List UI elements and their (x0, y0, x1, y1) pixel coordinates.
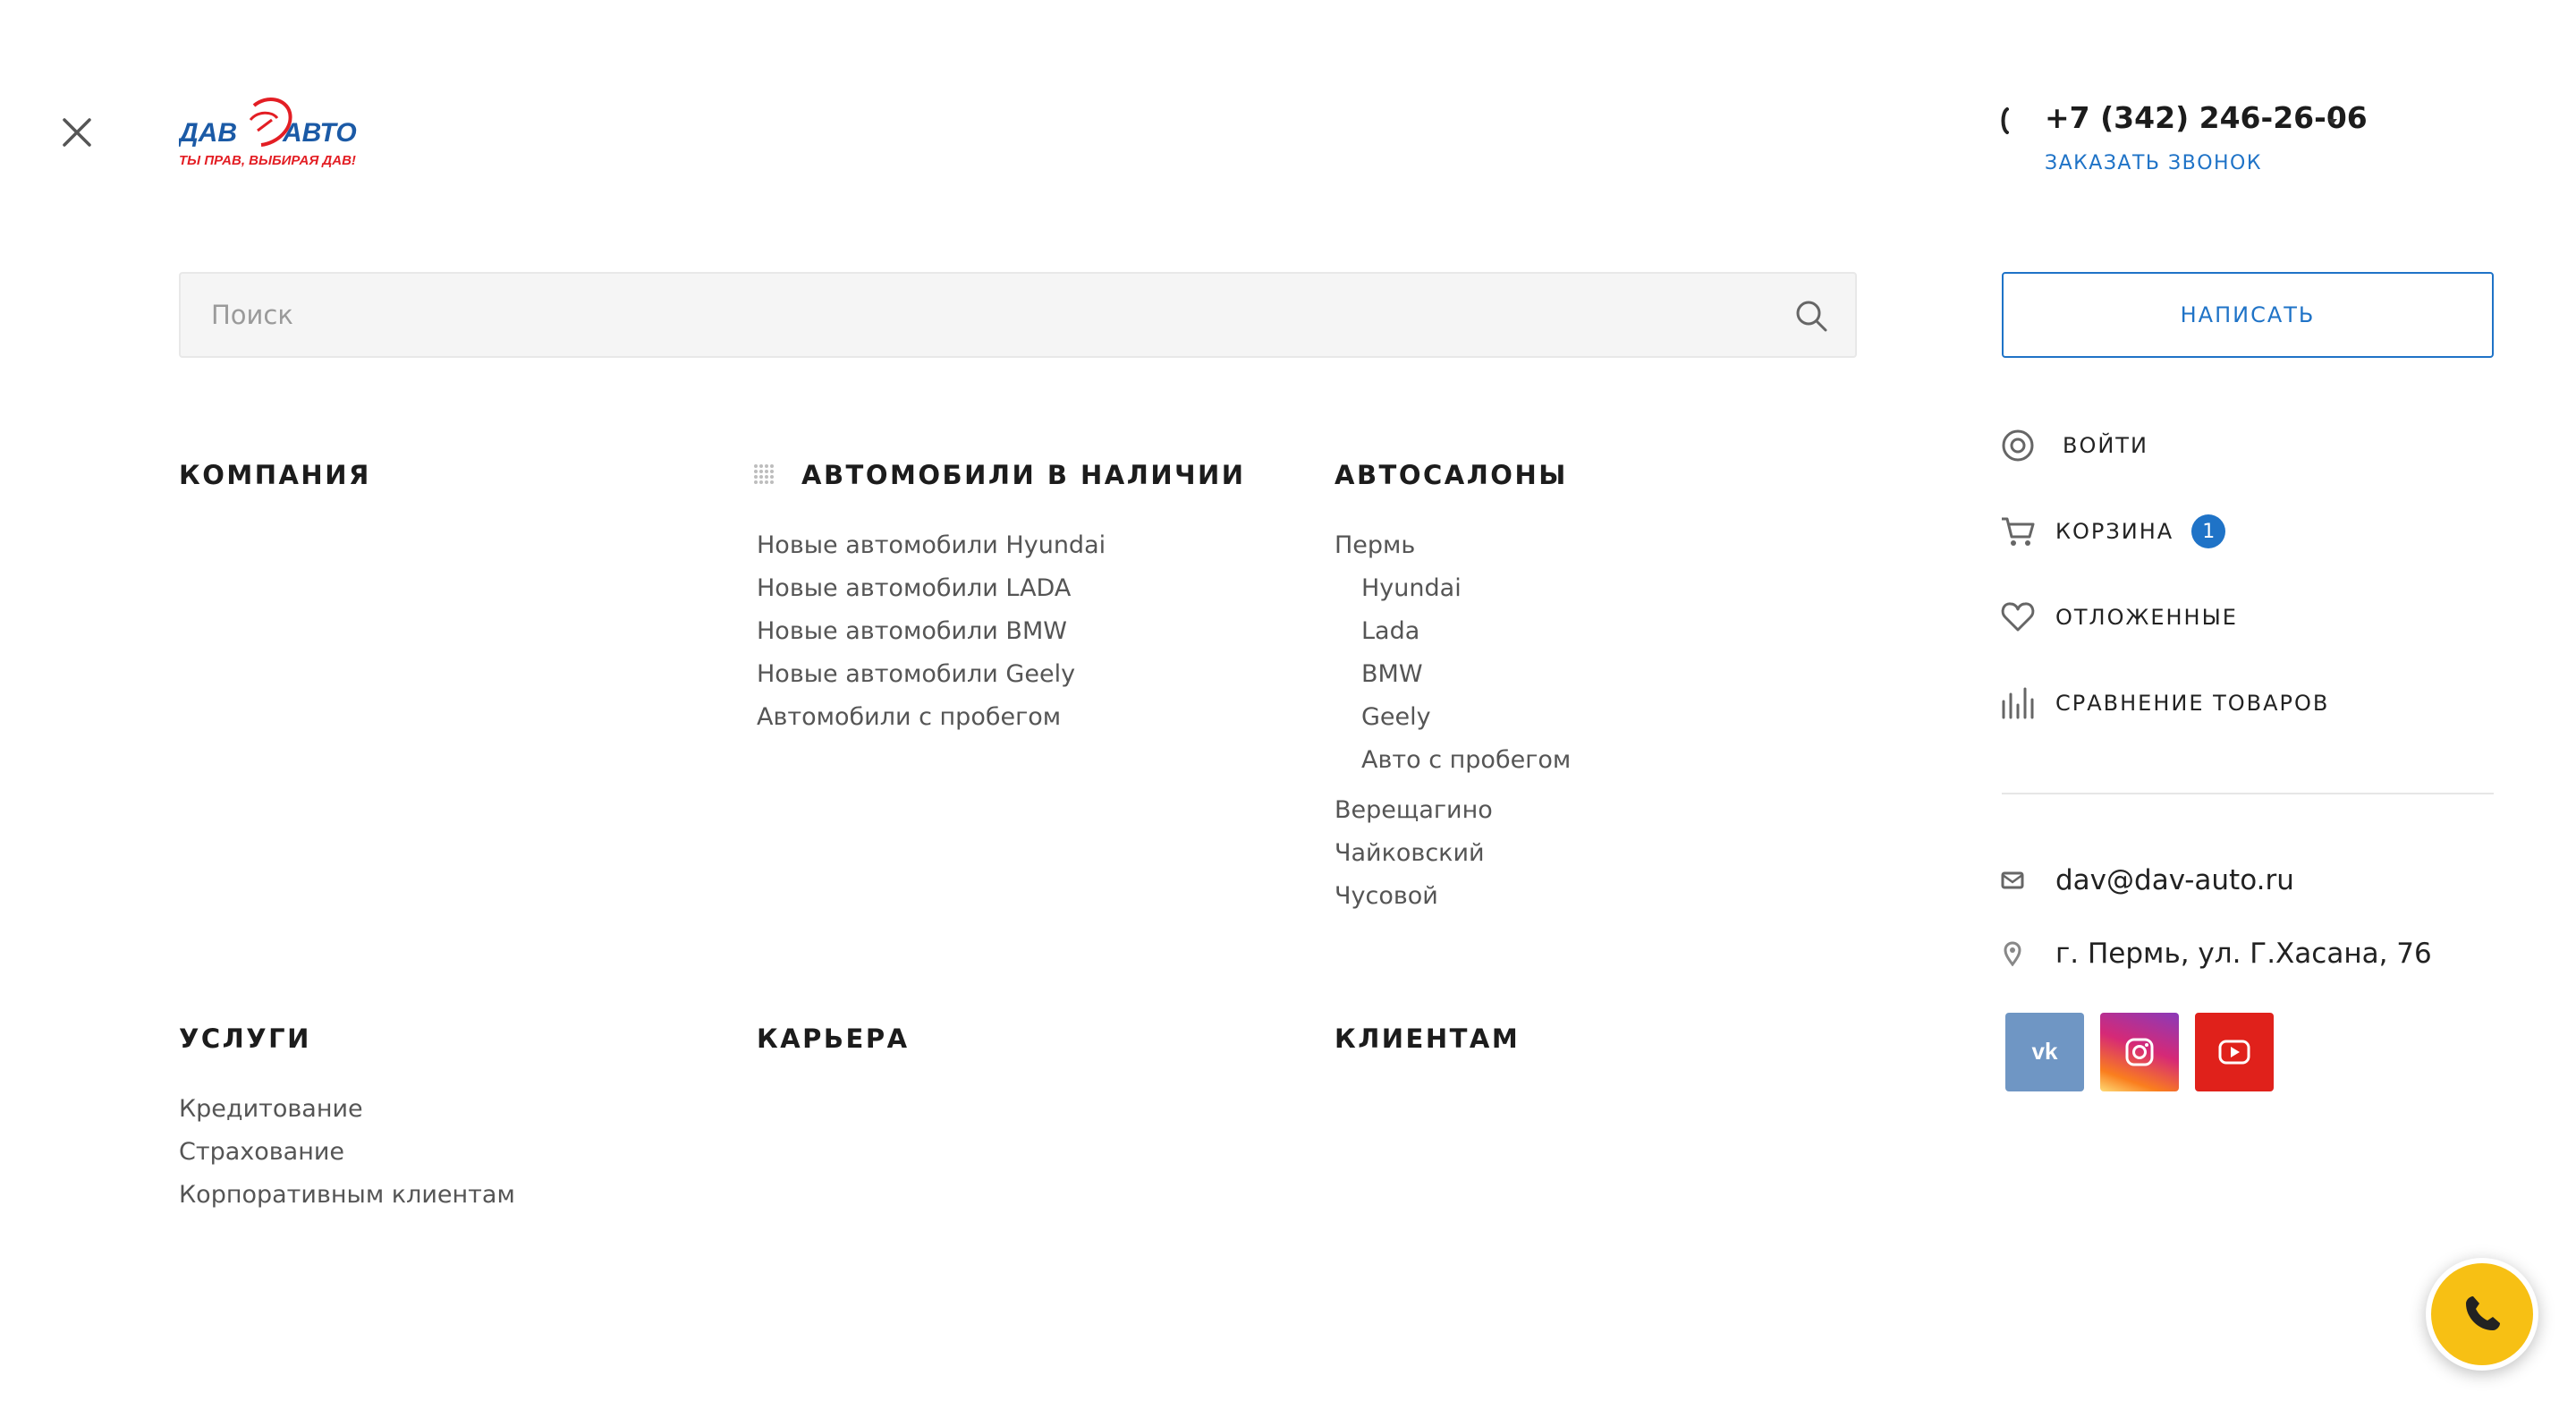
search-icon[interactable] (1794, 299, 1828, 333)
phone-number[interactable]: +7 (342) 246-26-06 (2045, 100, 2368, 135)
address-text: г. Пермь, ул. Г.Хасана, 76 (2055, 938, 2432, 970)
compare-icon (2002, 687, 2034, 719)
callback-link[interactable]: ЗАКАЗАТЬ ЗВОНОК (2045, 152, 2262, 174)
menu-title-showrooms[interactable]: АВТОСАЛОНЫ (1335, 460, 1568, 490)
menu-link-perm-lada[interactable]: Lada (1361, 617, 1419, 645)
vk-icon: vk (2032, 1040, 2058, 1065)
close-icon[interactable] (55, 111, 98, 154)
instagram-button[interactable] (2100, 1013, 2179, 1091)
logo-text-right: АВТО (282, 118, 357, 148)
grid-icon (754, 464, 774, 484)
menu-link-perm-geely[interactable]: Geely (1361, 703, 1431, 731)
svg-text:vk: vk (2032, 1040, 2058, 1065)
menu-link-cars-hyundai[interactable]: Новые автомобили Hyundai (757, 531, 1106, 559)
vk-button[interactable]: vk (2005, 1013, 2084, 1091)
search-input[interactable] (181, 274, 1855, 356)
compare-link[interactable]: СРАВНЕНИЕ ТОВАРОВ (2000, 684, 2329, 723)
address-contact: г. Пермь, ул. Г.Хасана, 76 (2000, 938, 2432, 970)
instagram-icon (2125, 1038, 2154, 1066)
phone-handset-icon (2466, 1296, 2500, 1330)
email-text[interactable]: dav@dav-auto.ru (2055, 864, 2294, 896)
menu-link-cars-bmw[interactable]: Новые автомобили BMW (757, 617, 1067, 645)
email-contact[interactable]: dav@dav-auto.ru (2000, 864, 2294, 896)
menu-link-credit[interactable]: Кредитование (179, 1095, 363, 1123)
login-link[interactable]: ВОЙТИ (2000, 426, 2148, 465)
menu-link-insurance[interactable]: Страхование (179, 1138, 344, 1166)
menu-title-cars[interactable]: АВТОМОБИЛИ В НАЛИЧИИ (801, 460, 1246, 490)
menu-title-company[interactable]: КОМПАНИЯ (179, 460, 371, 490)
mail-icon (2001, 871, 2024, 889)
search-box (179, 272, 1857, 358)
logo-text-left: ДАВ (179, 118, 237, 148)
menu-title-services[interactable]: УСЛУГИ (179, 1023, 311, 1054)
youtube-button[interactable] (2195, 1013, 2274, 1091)
menu-link-vereshchagino[interactable]: Верещагино (1335, 796, 1493, 824)
menu-link-cars-geely[interactable]: Новые автомобили Geely (757, 660, 1075, 688)
menu-link-chusovoy[interactable]: Чусовой (1335, 882, 1438, 910)
menu-title-clients[interactable]: КЛИЕНТАМ (1335, 1023, 1520, 1054)
login-label: ВОЙТИ (2063, 433, 2148, 458)
youtube-icon (2218, 1040, 2250, 1065)
chevron-down-icon[interactable] (2327, 118, 2338, 125)
location-pin-icon (2004, 941, 2021, 966)
phone-icon (2001, 107, 2009, 134)
call-fab-button[interactable] (2426, 1258, 2538, 1371)
divider (2002, 793, 2494, 794)
menu-link-perm-bmw[interactable]: BMW (1361, 660, 1423, 688)
logo[interactable]: ДАВ АВТО ТЫ ПРАВ, ВЫБИРАЯ ДАВ! (176, 93, 358, 175)
menu-link-perm[interactable]: Пермь (1335, 531, 1415, 559)
menu-link-cars-lada[interactable]: Новые автомобили LADA (757, 574, 1071, 602)
menu-link-chaykovsky[interactable]: Чайковский (1335, 839, 1485, 867)
wishlist-label: ОТЛОЖЕННЫЕ (2055, 605, 2238, 630)
compare-label: СРАВНЕНИЕ ТОВАРОВ (2055, 691, 2330, 716)
user-icon (2002, 429, 2034, 462)
heart-icon (2001, 602, 2035, 632)
menu-link-cars-used[interactable]: Автомобили с пробегом (757, 703, 1061, 731)
wishlist-link[interactable]: ОТЛОЖЕННЫЕ (2000, 598, 2238, 637)
phone-block: +7 (342) 246-26-06 ЗАКАЗАТЬ ЗВОНОК (1998, 100, 2374, 183)
menu-link-corporate[interactable]: Корпоративным клиентам (179, 1181, 515, 1209)
logo-slogan: ТЫ ПРАВ, ВЫБИРАЯ ДАВ! (179, 153, 356, 168)
menu-link-perm-used[interactable]: Авто с пробегом (1361, 746, 1571, 774)
cart-icon (2002, 517, 2035, 546)
cart-label: КОРЗИНА (2055, 519, 2174, 544)
cart-count-badge: 1 (2191, 514, 2226, 548)
write-button[interactable]: НАПИСАТЬ (2002, 272, 2494, 358)
menu-link-perm-hyundai[interactable]: Hyundai (1361, 574, 1462, 602)
menu-title-career[interactable]: КАРЬЕРА (757, 1023, 910, 1054)
cart-link[interactable]: КОРЗИНА 1 (2000, 512, 2226, 551)
